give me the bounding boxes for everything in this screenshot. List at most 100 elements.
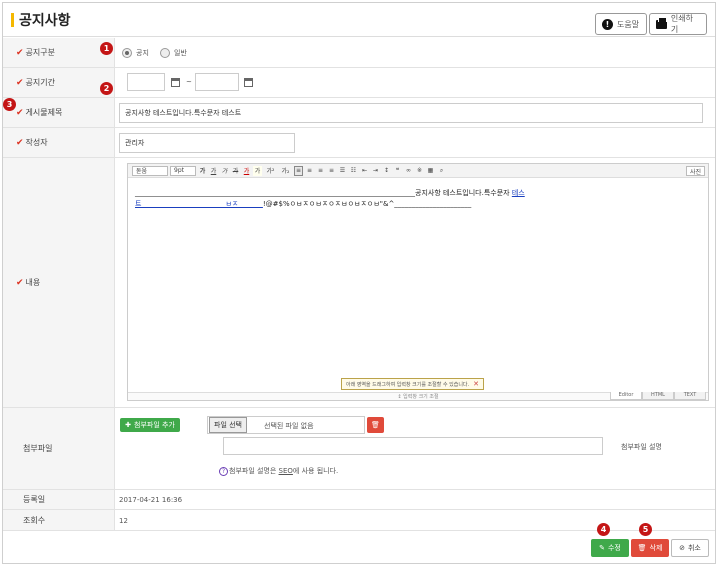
tab-editor[interactable]: Editor xyxy=(610,392,642,400)
badge-4: 4 xyxy=(597,523,610,536)
subject-label: ✔ 게시물제목 xyxy=(3,98,115,127)
italic-button[interactable]: 가 xyxy=(220,166,229,176)
print-button[interactable]: 인쇄하기 xyxy=(649,13,707,35)
tab-html[interactable]: HTML xyxy=(642,392,674,400)
underline-button[interactable]: 가 xyxy=(209,166,218,176)
period-start-input[interactable] xyxy=(127,73,165,91)
file-status-text: 선택된 파일 없음 xyxy=(264,422,314,430)
trash-icon: 🗑 xyxy=(371,421,380,429)
info-icon: ! xyxy=(602,18,613,30)
printer-icon xyxy=(656,16,667,29)
badge-3: 3 xyxy=(3,98,16,111)
required-check-icon: ✔ xyxy=(16,47,24,58)
delete-file-button[interactable]: 🗑 xyxy=(367,417,384,433)
editor-toolbar: 돋움 9pt 가 가 가 가 가 가 가² 가₂ ≡ ≡ ≡ ≡ ☰ ☷ ⇤ ⇥… xyxy=(128,164,708,178)
required-check-icon: ✔ xyxy=(16,277,24,288)
seo-link[interactable]: SEO xyxy=(279,467,293,475)
reg-date-label: 등록일 xyxy=(3,490,115,509)
delete-button[interactable]: 🗑 삭제 xyxy=(631,539,669,557)
print-button-label: 인쇄하기 xyxy=(670,14,693,34)
find-icon[interactable]: ⌕ xyxy=(437,166,446,176)
help-button-label: 도움말 xyxy=(617,19,640,29)
author-label: ✔ 작성자 xyxy=(3,128,115,157)
calendar-icon[interactable] xyxy=(244,78,253,87)
period-separator: ~ xyxy=(186,78,192,86)
image-upload-button[interactable]: 사진 xyxy=(685,166,705,176)
editor-content[interactable]: ________________________________________… xyxy=(135,188,705,210)
outdent-icon[interactable]: ⇤ xyxy=(360,166,369,176)
align-justify-icon[interactable]: ≡ xyxy=(327,166,336,176)
subject-input[interactable]: 공지사항 테스트입니다.특수문자 테스트 xyxy=(119,103,703,123)
badge-1: 1 xyxy=(100,42,113,55)
attachment-hint: ? 첨부파일 설명은 SEO에 사용 됩니다. xyxy=(219,466,338,476)
reg-date-row: 등록일 2017-04-21 16:36 xyxy=(3,490,715,510)
notice-period-label: ✔ 공지기간 xyxy=(3,68,115,97)
resize-tooltip: 아래 영역을 드래그하여 입력창 크기를 조절할 수 있습니다. ✕ xyxy=(341,378,484,390)
required-check-icon: ✔ xyxy=(16,77,24,88)
views-value: 12 xyxy=(119,517,128,525)
period-end-input[interactable] xyxy=(195,73,239,91)
radio-notice-label: 공지 xyxy=(136,49,149,57)
radio-general[interactable] xyxy=(160,48,170,58)
notice-form-window: 공지사항 ! 도움말 인쇄하기 ✔ 공지구분 1 공지 일반 ✔ 공지기간 2 ~ … xyxy=(2,2,716,564)
cancel-icon: ⊘ xyxy=(679,544,685,552)
subject-row: ✔ 게시물제목 3 공지사항 테스트입니다.특수문자 테스트 xyxy=(3,98,715,128)
attachment-row: 첨부파일 ✚ 첨부파일 추가 파일 선택 선택된 파일 없음 🗑 첨부파일 설명 … xyxy=(3,408,715,490)
editor-text-link1: 테스 xyxy=(511,189,525,197)
editor-text-line1: ________________________________________… xyxy=(135,189,512,197)
title-bar: 공지사항 ! 도움말 인쇄하기 xyxy=(3,3,715,37)
reg-date-value: 2017-04-21 16:36 xyxy=(119,496,183,504)
badge-5: 5 xyxy=(639,523,652,536)
plus-icon: ✚ xyxy=(125,421,131,429)
align-right-icon[interactable]: ≡ xyxy=(316,166,325,176)
notice-period-row: ✔ 공지기간 2 ~ xyxy=(3,68,715,98)
page-title: 공지사항 xyxy=(19,13,71,29)
edit-button[interactable]: ✎ 수정 xyxy=(591,539,629,557)
link-icon[interactable]: ∞ xyxy=(404,166,413,176)
trash-icon: 🗑 xyxy=(637,544,647,552)
views-label: 조회수 xyxy=(3,510,115,530)
font-color-button[interactable]: 가 xyxy=(242,166,251,176)
file-input: 파일 선택 선택된 파일 없음 xyxy=(207,416,365,434)
close-icon[interactable]: ✕ xyxy=(473,380,479,388)
editor-mode-tabs: Editor HTML TEXT xyxy=(610,392,706,400)
help-button[interactable]: ! 도움말 xyxy=(595,13,647,35)
radio-general-label: 일반 xyxy=(174,49,187,57)
ordered-list-icon[interactable]: ☰ xyxy=(338,166,347,176)
strikethrough-button[interactable]: 가 xyxy=(231,166,240,176)
badge-2: 2 xyxy=(100,82,113,95)
add-attachment-button[interactable]: ✚ 첨부파일 추가 xyxy=(120,418,180,432)
question-icon: ? xyxy=(219,467,228,476)
attachment-desc-input[interactable] xyxy=(223,437,603,455)
font-family-select[interactable]: 돋움 xyxy=(132,165,168,176)
editor-text-line2: !@#$%ㅇㅂㅈㅇㅂㅈㅇㅈㅂㅇㅂㅈㅇㅂ"&^__________________… xyxy=(262,200,472,208)
calendar-icon[interactable] xyxy=(171,78,180,87)
indent-icon[interactable]: ⇥ xyxy=(371,166,380,176)
superscript-button[interactable]: 가² xyxy=(264,166,277,176)
font-size-select[interactable]: 9pt xyxy=(170,165,196,176)
notice-type-row: ✔ 공지구분 1 공지 일반 xyxy=(3,38,715,68)
align-center-icon[interactable]: ≡ xyxy=(305,166,314,176)
cancel-button[interactable]: ⊘ 취소 xyxy=(671,539,709,557)
attachment-label: 첨부파일 xyxy=(3,408,115,489)
line-height-icon[interactable]: ↕ xyxy=(382,166,391,176)
editor-text-link2: 트________________________ㅂㅈ_______ xyxy=(135,200,263,208)
bg-color-button[interactable]: 가 xyxy=(253,165,262,176)
required-check-icon: ✔ xyxy=(16,107,24,118)
bold-button[interactable]: 가 xyxy=(198,166,207,176)
radio-notice[interactable] xyxy=(122,48,132,58)
notice-type-label: ✔ 공지구분 xyxy=(3,38,115,67)
title-accent-bar xyxy=(11,13,14,27)
tab-text[interactable]: TEXT xyxy=(674,392,706,400)
attachment-desc-label: 첨부파일 설명 xyxy=(621,443,662,451)
quote-icon[interactable]: ❝ xyxy=(393,166,402,176)
align-left-icon[interactable]: ≡ xyxy=(294,165,303,176)
table-icon[interactable]: ▦ xyxy=(426,166,435,176)
rich-text-editor[interactable]: 돋움 9pt 가 가 가 가 가 가 가² 가₂ ≡ ≡ ≡ ≡ ☰ ☷ ⇤ ⇥… xyxy=(127,163,709,401)
special-char-icon[interactable]: ※ xyxy=(415,166,424,176)
subscript-button[interactable]: 가₂ xyxy=(279,166,292,176)
required-check-icon: ✔ xyxy=(16,137,24,148)
file-select-button[interactable]: 파일 선택 xyxy=(209,417,247,433)
unordered-list-icon[interactable]: ☷ xyxy=(349,166,358,176)
author-input[interactable]: 관리자 xyxy=(119,133,295,153)
